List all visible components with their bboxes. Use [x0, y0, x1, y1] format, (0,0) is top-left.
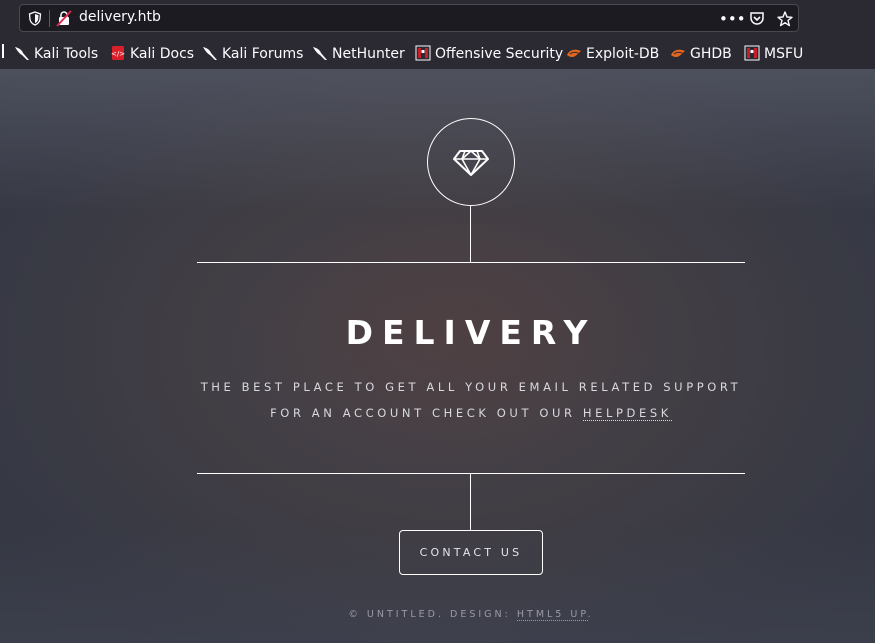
- bookmark-nethunter[interactable]: NetHunter: [312, 44, 405, 64]
- svg-text:</>: </>: [111, 50, 125, 58]
- page-content: DELIVERY THE BEST PLACE TO GET ALL YOUR …: [0, 69, 875, 643]
- footer-trailing: .: [587, 609, 594, 620]
- divider-horizontal-top: [197, 262, 745, 263]
- bookmark-exploit-db[interactable]: Exploit-DB: [566, 44, 659, 64]
- kali-dragon-icon: [14, 45, 30, 61]
- diamond-icon: [453, 150, 489, 176]
- bookmark-msfu[interactable]: MSFU: [744, 44, 803, 64]
- offsec-icon: [744, 45, 760, 61]
- url-text[interactable]: delivery.htb: [79, 9, 161, 25]
- exploitdb-icon: [670, 45, 686, 61]
- bookmarks-toolbar: Kali Tools </> Kali Docs Kali Forums NetH…: [0, 42, 875, 66]
- footer: © UNTITLED. DESIGN: HTML5 UP.: [197, 609, 745, 621]
- bookmark-offensive-security[interactable]: Offensive Security: [415, 44, 563, 64]
- page-actions-icon[interactable]: •••: [719, 9, 746, 29]
- kali-dragon-icon: [312, 45, 328, 61]
- tagline-prefix: FOR AN ACCOUNT CHECK OUT OUR: [270, 406, 576, 420]
- browser-chrome: delivery.htb ••• Kali Tools </> Kali Docs…: [0, 0, 875, 69]
- bookmark-kali-docs[interactable]: </> Kali Docs: [110, 44, 194, 64]
- tagline-line-2: FOR AN ACCOUNT CHECK OUT OUR HELPDESK: [197, 406, 745, 421]
- exploitdb-icon: [566, 45, 582, 61]
- bookmark-overflow[interactable]: [0, 44, 4, 64]
- bookmark-ghdb[interactable]: GHDB: [670, 44, 732, 64]
- divider-vertical-top: [470, 205, 471, 262]
- divider-horizontal-bottom: [197, 473, 745, 474]
- logo: [427, 118, 515, 206]
- pocket-icon[interactable]: [747, 9, 767, 29]
- html5up-link[interactable]: HTML5 UP: [516, 609, 588, 621]
- kali-docs-icon: </>: [110, 45, 126, 61]
- bookmark-kali-tools[interactable]: Kali Tools: [14, 44, 98, 64]
- url-bar[interactable]: delivery.htb •••: [19, 4, 799, 32]
- tagline-line-1: THE BEST PLACE TO GET ALL YOUR EMAIL REL…: [200, 380, 742, 394]
- bookmark-kali-forums[interactable]: Kali Forums: [202, 44, 303, 64]
- helpdesk-link[interactable]: HELPDESK: [582, 406, 672, 421]
- kali-dragon-icon: [202, 45, 218, 61]
- footer-copyright: © UNTITLED. DESIGN:: [348, 609, 511, 620]
- divider-vertical-bottom: [470, 473, 471, 530]
- contact-us-button[interactable]: CONTACT US: [399, 530, 543, 575]
- offsec-icon: [415, 45, 431, 61]
- tracking-protection-icon[interactable]: [28, 11, 42, 26]
- insecure-connection-icon[interactable]: [56, 10, 72, 27]
- page-title: DELIVERY: [345, 313, 597, 352]
- bookmark-star-icon[interactable]: [775, 9, 795, 29]
- url-bar-separator: [49, 10, 50, 27]
